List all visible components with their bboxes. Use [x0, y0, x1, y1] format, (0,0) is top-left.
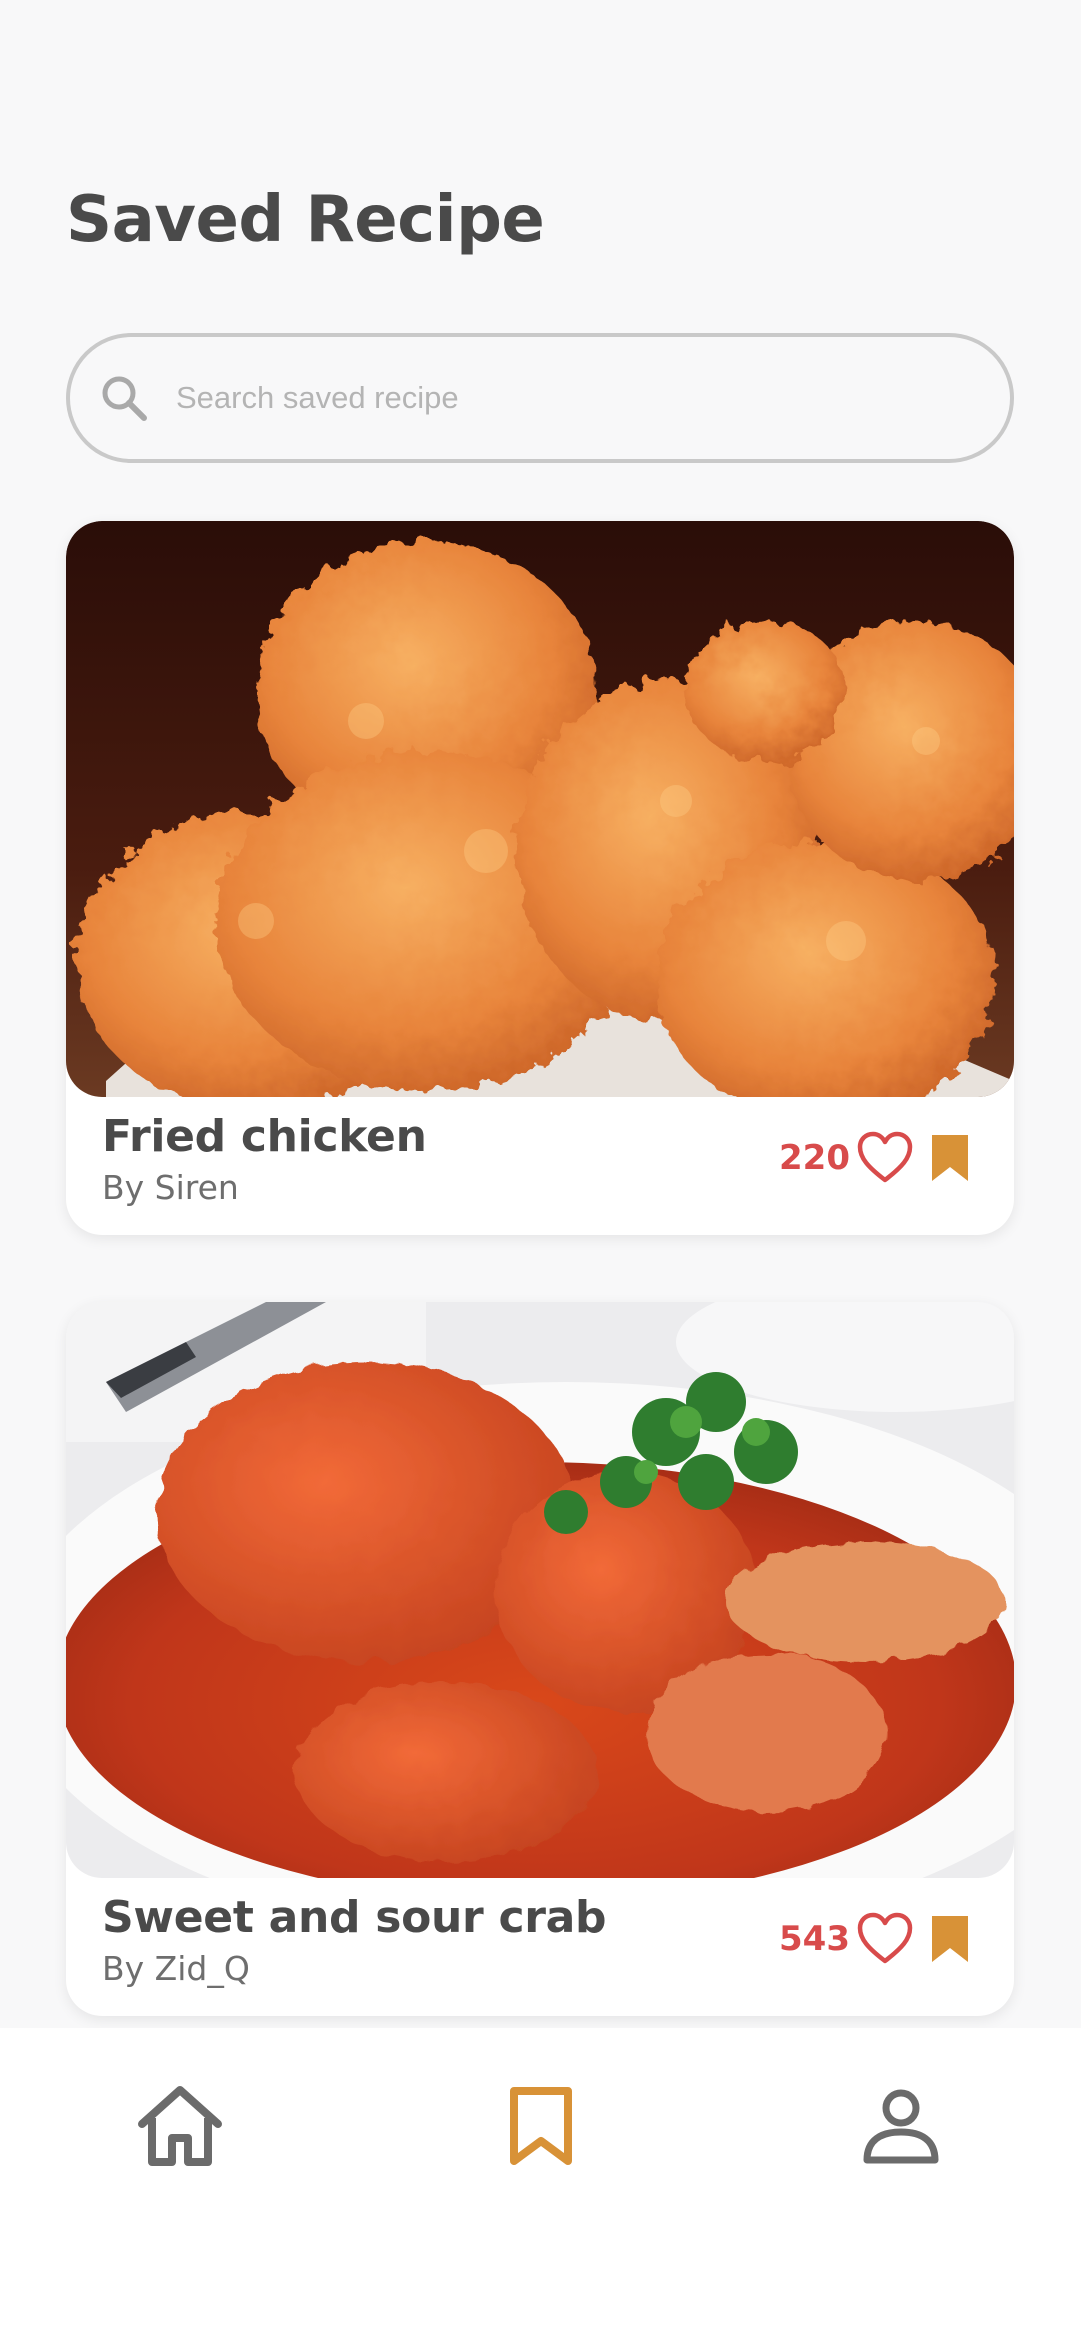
heart-icon[interactable] [856, 1131, 914, 1185]
bookmark-icon[interactable] [930, 1133, 970, 1183]
recipe-author: By Zid_Q [102, 1949, 250, 1988]
like-count: 220 [779, 1138, 850, 1178]
nav-saved-button[interactable] [493, 2080, 589, 2176]
recipe-author: By Siren [102, 1168, 239, 1207]
search-input[interactable] [174, 379, 958, 417]
nav-home-button[interactable] [132, 2080, 228, 2176]
bookmark-icon[interactable] [930, 1914, 970, 1964]
recipe-title[interactable]: Fried chicken [102, 1111, 427, 1162]
sweet-and-sour-crab-photo[interactable] [66, 1302, 1014, 1878]
fried-chicken-photo[interactable] [66, 521, 1014, 1097]
recipe-title[interactable]: Sweet and sour crab [102, 1892, 607, 1943]
bookmark-icon [508, 2085, 574, 2171]
page-title: Saved Recipe [66, 183, 545, 257]
nav-profile-button[interactable] [853, 2080, 949, 2176]
bottom-navigation [0, 2028, 1081, 2340]
home-icon [134, 2084, 226, 2172]
like-count: 543 [779, 1919, 850, 1959]
search-bar[interactable] [66, 333, 1014, 463]
recipe-card[interactable]: Fried chicken By Siren 220 [66, 521, 1014, 1235]
search-icon [98, 372, 150, 424]
user-icon [861, 2086, 941, 2170]
recipe-card[interactable]: Sweet and sour crab By Zid_Q 543 [66, 1302, 1014, 2016]
heart-icon[interactable] [856, 1912, 914, 1966]
